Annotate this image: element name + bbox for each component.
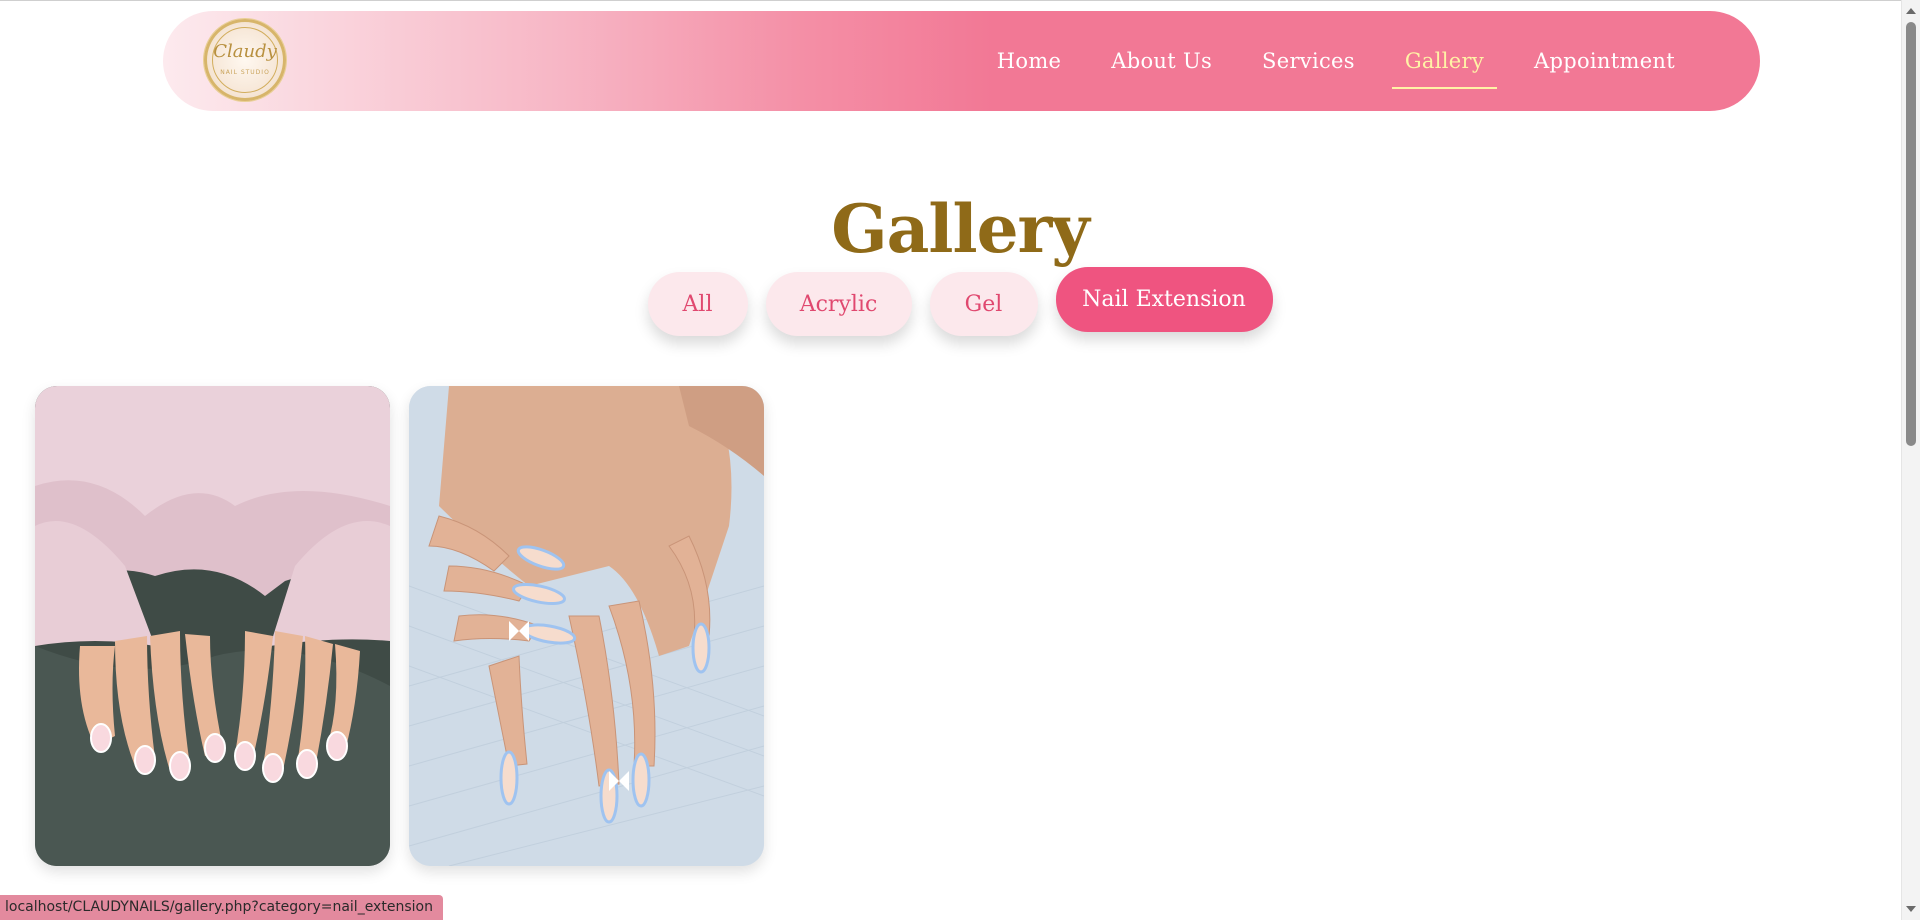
scroll-down-arrow-icon[interactable] [1906,906,1916,912]
page-title: Gallery [831,190,1089,269]
logo-subtext: NAIL STUDIO [220,69,270,76]
nav-item-about-us[interactable]: About Us [1086,49,1237,73]
filter-gel-button[interactable]: Gel [929,272,1038,336]
gallery-image-card[interactable] [35,386,390,866]
nav-links: Home About Us Services Gallery Appointme… [972,11,1700,111]
nav-item-gallery[interactable]: Gallery [1380,49,1509,89]
gallery-grid [35,386,764,866]
scroll-thumb[interactable] [1906,22,1916,446]
category-filters: All Acrylic Gel Nail Extension [0,262,1920,336]
gallery-image-1 [35,386,390,866]
gallery-image-card[interactable] [409,386,764,866]
filter-nail-extension-button[interactable]: Nail Extension [1055,266,1273,332]
logo-script-text: Claudy [213,41,277,62]
nav-item-home[interactable]: Home [972,49,1087,73]
vertical-scrollbar[interactable] [1901,0,1920,920]
navbar: Claudy NAIL STUDIO Home About Us Service… [163,11,1760,111]
window-top-border [0,0,1902,1]
filter-acrylic-button[interactable]: Acrylic [765,272,912,336]
scroll-up-arrow-icon[interactable] [1906,8,1916,14]
filter-all-button[interactable]: All [647,272,748,336]
browser-status-url: localhost/CLAUDYNAILS/gallery.php?catego… [0,895,443,920]
nav-item-appointment[interactable]: Appointment [1509,49,1700,73]
brand-logo[interactable]: Claudy NAIL STUDIO [204,19,286,101]
nav-item-services[interactable]: Services [1237,49,1380,73]
gallery-image-2 [409,386,764,866]
